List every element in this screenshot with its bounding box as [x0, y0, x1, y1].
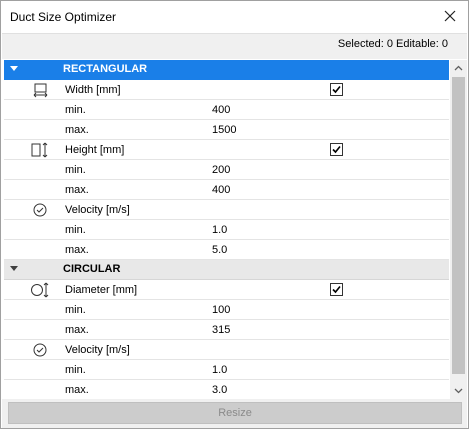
selection-status: Selected: 0 Editable: 0	[337, 38, 448, 50]
max-value[interactable]: 1500	[212, 124, 236, 136]
parameter-name: Width [mm]	[65, 84, 121, 96]
group-row-rectangular[interactable]: RECTANGULAR	[4, 60, 449, 80]
parameter-row[interactable]: Width [mm]	[4, 80, 449, 100]
scroll-thumb[interactable]	[452, 77, 465, 374]
parameter-row[interactable]: Height [mm]	[4, 140, 449, 160]
parameter-name: Diameter [mm]	[65, 284, 138, 296]
title-bar: Duct Size Optimizer	[1, 1, 468, 33]
collapse-arrow-icon[interactable]	[10, 66, 18, 71]
velocity-icon	[30, 342, 50, 358]
max-value[interactable]: 5.0	[212, 244, 227, 256]
max-row[interactable]: max. 3.0	[4, 380, 449, 399]
min-value[interactable]: 100	[212, 304, 230, 316]
group-label: CIRCULAR	[63, 263, 121, 275]
min-label: min.	[65, 364, 86, 376]
min-label: min.	[65, 164, 86, 176]
window-title: Duct Size Optimizer	[10, 10, 117, 24]
min-row[interactable]: min. 100	[4, 300, 449, 320]
width-icon	[30, 82, 50, 98]
group-label: RECTANGULAR	[63, 63, 148, 75]
min-row[interactable]: min. 1.0	[4, 220, 449, 240]
enabled-checkbox[interactable]	[330, 283, 343, 296]
enabled-checkbox[interactable]	[330, 143, 343, 156]
max-row[interactable]: max. 5.0	[4, 240, 449, 260]
parameter-name: Velocity [m/s]	[65, 344, 130, 356]
max-row[interactable]: max. 400	[4, 180, 449, 200]
max-value[interactable]: 315	[212, 324, 230, 336]
parameter-grid: RECTANGULAR Width [mm] min. 400 max. 1500 Heig…	[4, 60, 449, 399]
max-label: max.	[65, 384, 89, 396]
max-label: max.	[65, 124, 89, 136]
duct-size-optimizer-window: Duct Size Optimizer Selected: 0 Editable…	[0, 0, 469, 429]
velocity-icon	[30, 202, 50, 218]
group-row-circular[interactable]: CIRCULAR	[4, 260, 449, 280]
status-bar: Selected: 0 Editable: 0	[2, 33, 467, 59]
parameter-row[interactable]: Velocity [m/s]	[4, 340, 449, 360]
collapse-arrow-icon[interactable]	[10, 266, 18, 271]
vertical-scrollbar[interactable]	[450, 60, 467, 399]
parameter-row[interactable]: Diameter [mm]	[4, 280, 449, 300]
enabled-checkbox[interactable]	[330, 83, 343, 96]
scroll-up-icon[interactable]	[450, 60, 467, 77]
parameter-row[interactable]: Velocity [m/s]	[4, 200, 449, 220]
footer: Resize	[2, 399, 467, 428]
min-row[interactable]: min. 200	[4, 160, 449, 180]
resize-button[interactable]: Resize	[8, 402, 462, 424]
min-row[interactable]: min. 400	[4, 100, 449, 120]
min-row[interactable]: min. 1.0	[4, 360, 449, 380]
parameter-name: Velocity [m/s]	[65, 204, 130, 216]
max-row[interactable]: max. 315	[4, 320, 449, 340]
max-label: max.	[65, 184, 89, 196]
height-icon	[30, 142, 50, 158]
max-value[interactable]: 3.0	[212, 384, 227, 396]
max-label: max.	[65, 244, 89, 256]
diameter-icon	[30, 282, 50, 298]
min-value[interactable]: 1.0	[212, 224, 227, 236]
min-label: min.	[65, 104, 86, 116]
close-icon[interactable]	[442, 8, 458, 24]
min-value[interactable]: 400	[212, 104, 230, 116]
min-value[interactable]: 1.0	[212, 364, 227, 376]
min-label: min.	[65, 224, 86, 236]
parameter-name: Height [mm]	[65, 144, 125, 156]
min-label: min.	[65, 304, 86, 316]
min-value[interactable]: 200	[212, 164, 230, 176]
max-label: max.	[65, 324, 89, 336]
max-row[interactable]: max. 1500	[4, 120, 449, 140]
max-value[interactable]: 400	[212, 184, 230, 196]
scroll-down-icon[interactable]	[450, 382, 467, 399]
